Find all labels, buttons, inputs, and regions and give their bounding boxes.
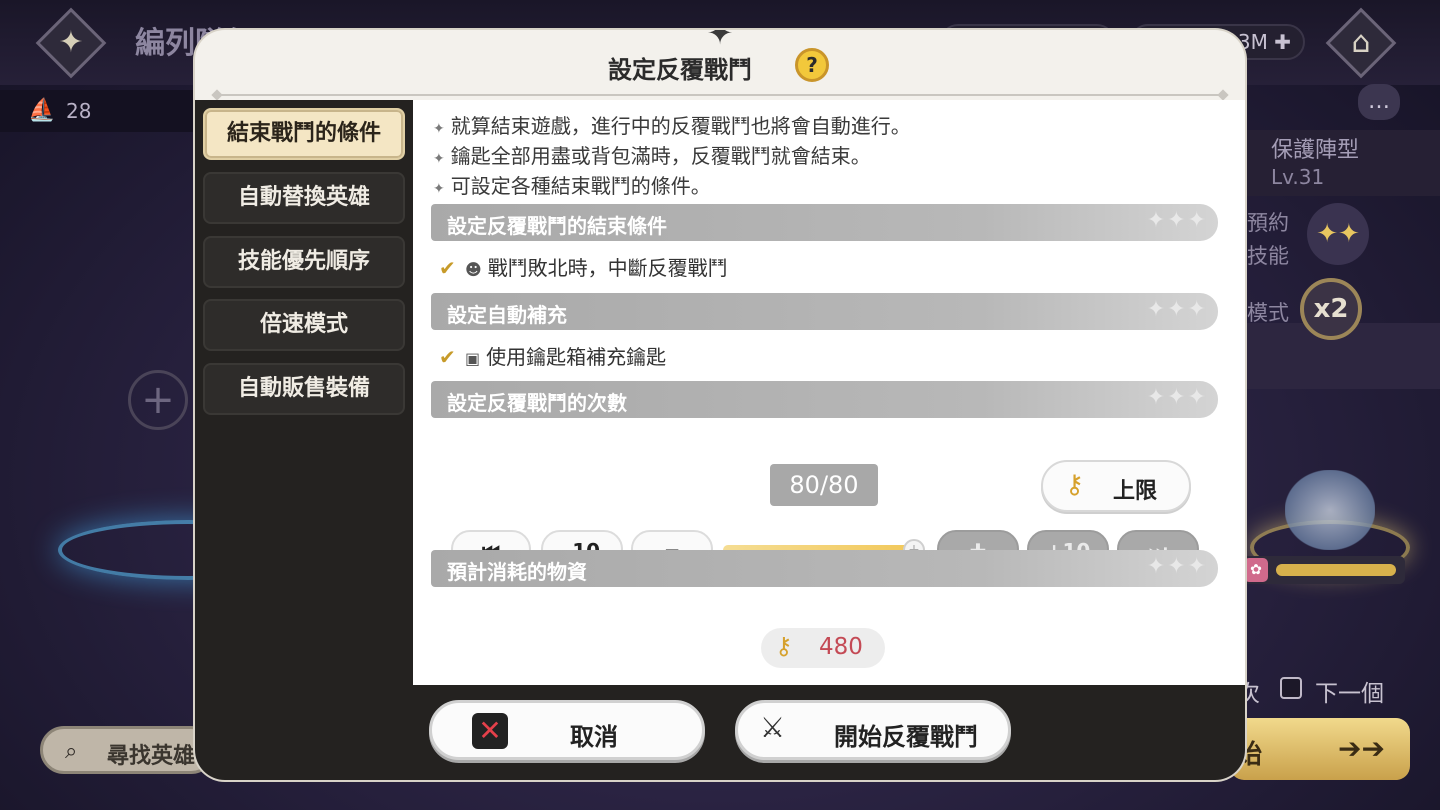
section-label: 設定反覆戰鬥的次數 [447,391,627,415]
info-text: 鑰匙全部用盡或背包滿時，反覆戰鬥就會結束。 [450,144,871,168]
ship-count-strip: ⛵ 28 [0,90,200,132]
next-checkbox[interactable] [1280,677,1302,699]
decor-stars-icon: ✦✦✦ [1146,297,1208,322]
speed-multiplier-button[interactable]: x2 [1300,278,1362,340]
decor-stars-icon: ✦✦✦ [1146,208,1208,233]
home-icon: ⌂ [1351,25,1371,60]
home-button[interactable]: ⌂ [1325,7,1397,79]
hero-sprite[interactable] [1285,470,1375,550]
expected-key-cost: 480 [819,634,863,660]
info-text: 就算結束遊戲，進行中的反覆戰鬥也將會自動進行。 [450,114,911,138]
section-label: 設定自動補充 [447,303,567,327]
help-icon[interactable]: ? [795,48,829,82]
hero-tag-bar [1276,564,1396,576]
reserve-skill-label[interactable]: 預約 技能 [1247,207,1289,273]
chat-icon[interactable]: … [1358,84,1400,120]
ship-count: 28 [66,99,92,123]
start-battle-button[interactable]: 始 ➔➔ [1230,718,1410,780]
formation-level: Lv.31 [1271,165,1325,189]
bullet-star-icon: ✦ [433,181,445,197]
title-divider [217,94,1223,96]
formation-label[interactable]: 保護陣型 [1271,132,1359,164]
repeat-battle-dialog: ✦ 設定反覆戰鬥 ? 結束戰鬥的條件 自動替換英雄 技能優先順序 倍速模式 自動… [195,30,1245,780]
option-label: 使用鑰匙箱補充鑰匙 [486,345,667,369]
find-hero-button[interactable]: ⌕ 尋找英雄 [40,726,215,774]
cancel-label: 取消 [570,723,618,751]
skull-icon: ☻ [465,260,482,279]
section-header-end-conditions: 設定反覆戰鬥的結束條件 ✦✦✦ [431,204,1218,241]
dialog-title: 設定反覆戰鬥 [608,56,752,84]
option-label: 戰鬥敗北時，中斷反覆戰鬥 [487,256,728,280]
bullet-star-icon: ✦ [433,121,445,137]
find-hero-label: 尋找英雄 [107,744,196,769]
repeat-count-display: 80/80 [770,464,878,506]
bullet-star-icon: ✦ [433,151,445,167]
double-arrow-icon: ➔➔ [1338,732,1385,765]
back-star-icon: ✦ [58,25,84,60]
key-icon: ⚷ [1065,470,1085,500]
start-repeat-label: 開始反覆戰鬥 [834,723,978,751]
expected-cost-pill: ⚷ 480 [761,628,885,668]
reserve-skill-line2: 技能 [1247,244,1289,268]
info-bullet: ✦ 鑰匙全部用盡或背包滿時，反覆戰鬥就會結束。 [433,140,871,169]
tab-auto-sell-equipment[interactable]: 自動販售裝備 [203,363,405,415]
section-header-repeat-count: 設定反覆戰鬥的次數 ✦✦✦ [431,381,1218,418]
decor-stars-icon: ✦✦✦ [1146,554,1208,579]
checkbox-checked-icon[interactable]: ✔ [439,347,457,367]
close-icon: ✕ [472,713,508,749]
max-button-label: 上限 [1113,479,1158,504]
search-icon: ⌕ [65,739,78,764]
section-header-auto-refill: 設定自動補充 ✦✦✦ [431,293,1218,330]
key-box-icon: ▣ [465,349,481,368]
cancel-button[interactable]: ✕ 取消 [429,700,705,760]
tab-speed-mode[interactable]: 倍速模式 [203,299,405,351]
max-count-button[interactable]: ⚷ 上限 [1041,460,1191,512]
add-hero-button[interactable]: + [128,370,188,430]
tab-auto-replace-hero[interactable]: 自動替換英雄 [203,172,405,224]
hero-tag-strip: ✿ [1240,556,1405,584]
paw-icon: ✿ [1244,558,1268,582]
section-header-expected-cost: 預計消耗的物資 ✦✦✦ [431,550,1218,587]
side-panel: 保護陣型 Lv.31 預約 技能 ✦✦ 模式 x2 [1245,125,1440,665]
decor-stars-icon: ✦✦✦ [1146,385,1208,410]
speed-mode-label: 模式 [1247,301,1289,325]
info-bullet: ✦ 可設定各種結束戰鬥的條件。 [433,170,711,199]
tab-end-conditions[interactable]: 結束戰鬥的條件 [203,108,405,160]
dialog-footer: ✕ 取消 ⚔ 開始反覆戰鬥 [195,685,1245,780]
info-text: 可設定各種結束戰鬥的條件。 [450,174,711,198]
info-bullet: ✦ 就算結束遊戲，進行中的反覆戰鬥也將會自動進行。 [433,110,911,139]
section-label: 設定反覆戰鬥的結束條件 [447,214,667,238]
reserve-skill-line1: 預約 [1247,211,1289,235]
back-button[interactable]: ✦ [35,7,107,79]
ship-icon: ⛵ [28,98,56,123]
next-label: 下一個 [1315,681,1384,707]
section-label: 預計消耗的物資 [447,560,587,584]
key-icon: ⚷ [775,632,793,660]
option-use-key-box[interactable]: ✔ ▣ 使用鑰匙箱補充鑰匙 [439,341,666,370]
settings-content: ✦ 就算結束遊戲，進行中的反覆戰鬥也將會自動進行。 ✦ 鑰匙全部用盡或背包滿時，反覆… [413,100,1245,685]
checkbox-checked-icon[interactable]: ✔ [439,258,457,278]
crossed-swords-icon: ⚔ [760,711,786,744]
skill-stars-icon[interactable]: ✦✦ [1307,203,1369,265]
tab-skill-priority[interactable]: 技能優先順序 [203,236,405,288]
start-repeat-battle-button[interactable]: ⚔ 開始反覆戰鬥 [735,700,1011,760]
title-star-icon: ✦ [706,30,734,52]
settings-nav: 結束戰鬥的條件 自動替換英雄 技能優先順序 倍速模式 自動販售裝備 [195,100,413,710]
option-stop-on-defeat[interactable]: ✔ ☻ 戰鬥敗北時，中斷反覆戰鬥 [439,252,728,281]
